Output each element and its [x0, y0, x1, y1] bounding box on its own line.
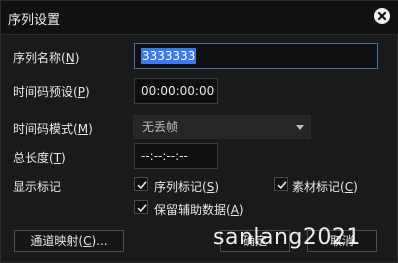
timecode-preset-input[interactable]: 00:00:00:00	[134, 78, 218, 104]
timecode-preset-label: 时间码预设(P)	[13, 85, 90, 99]
check-icon	[137, 181, 147, 190]
clip-markers-label: 素材标记(C)	[292, 180, 358, 194]
total-length-label: 总长度(T)	[13, 151, 66, 165]
channel-mapping-button[interactable]: 通道映射(C)...	[14, 230, 124, 252]
dialog-title: 序列设置	[8, 13, 61, 28]
keep-aux-data-checkbox[interactable]	[134, 200, 148, 214]
sequence-markers-checkbox[interactable]	[134, 177, 148, 191]
timecode-mode-select[interactable]: 无丢帧	[133, 115, 311, 139]
sequence-name-value: 3333333	[141, 48, 197, 64]
sequence-name-input[interactable]: 3333333	[134, 43, 378, 69]
sequence-name-label: 序列名称(N)	[13, 51, 80, 65]
sequence-markers-label: 序列标记(S)	[154, 180, 220, 194]
sequence-settings-dialog: 序列设置 序列名称(N) 3333333 时间码预设(P) 00:00:00:0…	[0, 0, 398, 263]
close-button[interactable]	[374, 8, 390, 24]
chevron-down-icon	[296, 125, 304, 130]
keep-aux-data-label: 保留辅助数据(A)	[154, 203, 244, 217]
show-markers-label: 显示标记	[13, 180, 62, 194]
check-icon	[137, 204, 147, 213]
clip-markers-checkbox[interactable]	[274, 177, 288, 191]
title-bar: 序列设置	[1, 1, 398, 35]
timecode-mode-value: 无丢帧	[142, 120, 179, 134]
timecode-preset-value: 00:00:00:00	[141, 84, 215, 98]
check-icon	[277, 181, 287, 190]
total-length-input[interactable]: --:--:--:--	[134, 143, 218, 169]
watermark-text: sanlang2021	[213, 225, 361, 250]
total-length-value: --:--:--:--	[141, 149, 188, 163]
timecode-mode-label: 时间码模式(M)	[13, 122, 93, 136]
close-icon	[377, 11, 387, 21]
